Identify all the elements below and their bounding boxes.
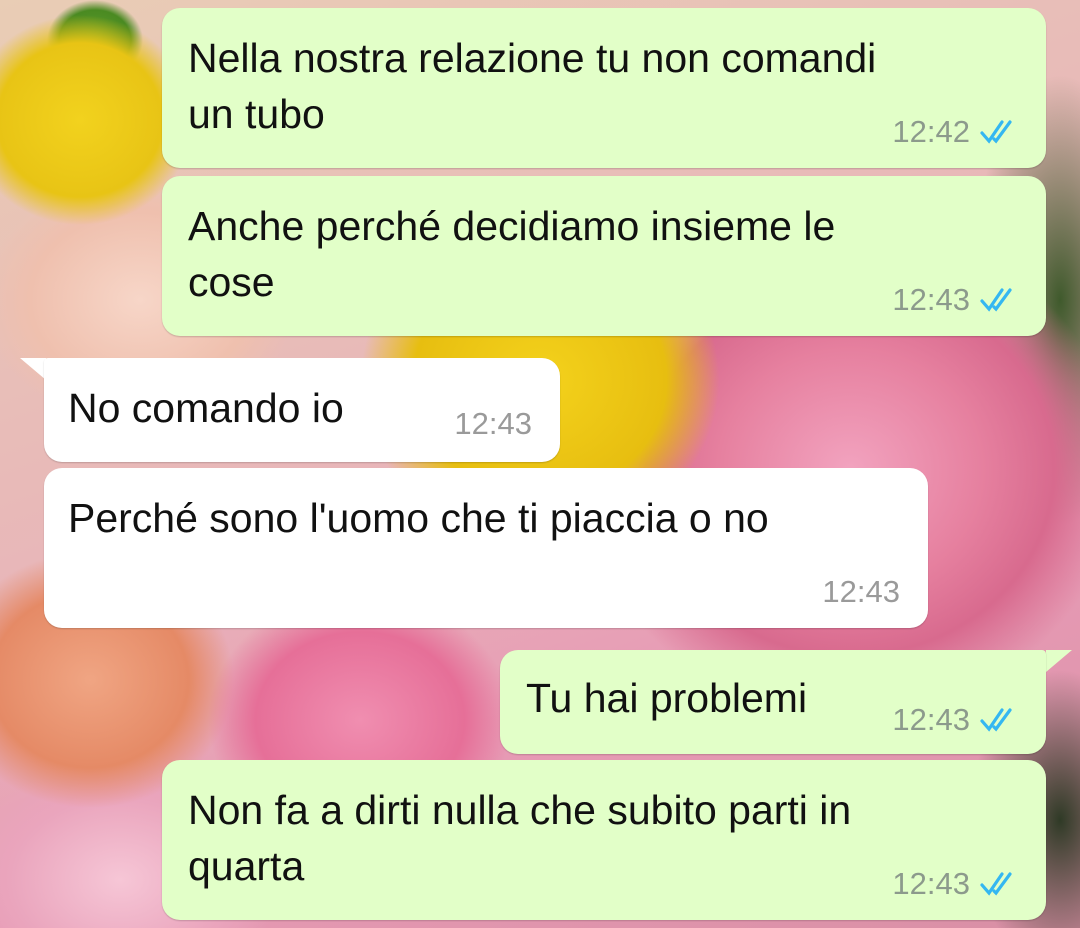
message-meta: 12:43 <box>822 574 900 610</box>
message-meta: 12:43 <box>892 702 1024 738</box>
double-check-icon <box>980 120 1012 144</box>
message-bubble-incoming[interactable]: Perché sono l'uomo che ti piaccia o no 1… <box>44 468 928 628</box>
message-time: 12:43 <box>822 574 900 609</box>
message-bubble-outgoing[interactable]: Tu hai problemi 12:43 <box>500 650 1046 754</box>
double-check-icon <box>980 288 1012 312</box>
message-meta: 12:43 <box>454 406 532 442</box>
double-check-icon <box>980 872 1012 896</box>
message-meta: 12:43 <box>892 866 1024 902</box>
message-time: 12:43 <box>454 406 532 441</box>
message-time: 12:43 <box>892 866 970 901</box>
message-text: Nella nostra relazione tu non comandi un… <box>188 35 877 137</box>
message-text: Anche perché decidiamo insieme le cose <box>188 203 836 305</box>
bubble-tail <box>1046 650 1072 672</box>
message-text: Tu hai problemi <box>526 675 808 721</box>
bubble-tail <box>20 358 46 380</box>
message-time: 12:43 <box>892 282 970 317</box>
message-bubble-outgoing[interactable]: Non fa a dirti nulla che subito parti in… <box>162 760 1046 920</box>
message-time: 12:42 <box>892 114 970 149</box>
message-bubble-outgoing[interactable]: Nella nostra relazione tu non comandi un… <box>162 8 1046 168</box>
message-bubble-incoming[interactable]: No comando io 12:43 <box>44 358 560 462</box>
message-text: Perché sono l'uomo che ti piaccia o no <box>68 495 769 541</box>
message-meta: 12:43 <box>892 282 1024 318</box>
message-time: 12:43 <box>892 702 970 737</box>
double-check-icon <box>980 708 1012 732</box>
message-text: No comando io <box>68 385 344 431</box>
message-bubble-outgoing[interactable]: Anche perché decidiamo insieme le cose 1… <box>162 176 1046 336</box>
message-meta: 12:42 <box>892 114 1024 150</box>
message-text: Non fa a dirti nulla che subito parti in… <box>188 787 852 889</box>
